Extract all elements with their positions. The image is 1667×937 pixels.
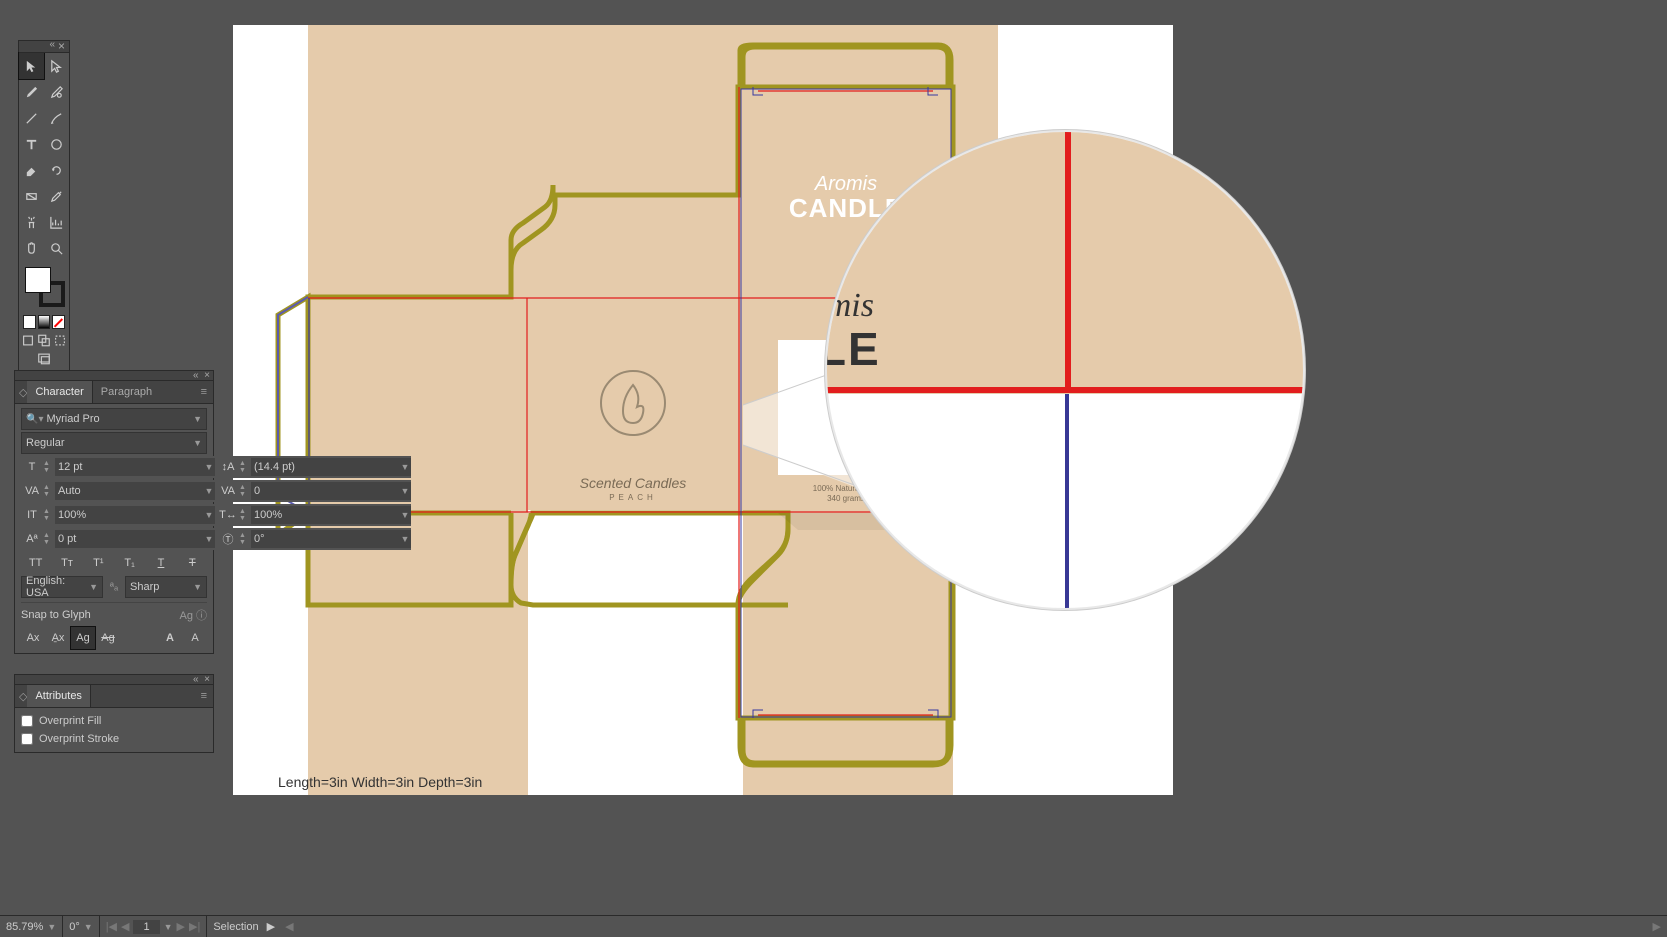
direct-selection-tool[interactable] [44,53,69,79]
overprint-fill-checkbox[interactable] [21,715,33,727]
overprint-stroke-row[interactable]: Overprint Stroke [21,730,207,748]
strikethrough-button[interactable]: T [178,552,207,574]
subscript-button[interactable]: T₁ [115,552,144,574]
font-style-value: Regular [26,437,65,449]
draw-inside[interactable] [53,333,67,347]
tab-attributes[interactable]: Attributes [27,685,90,707]
eyedropper-tool[interactable] [44,183,69,209]
font-family-value: Myriad Pro [46,413,99,425]
baseline-input[interactable] [55,530,203,548]
curvature-tool[interactable] [44,79,69,105]
hscale-input[interactable] [251,506,399,524]
status-play-icon[interactable]: ▶ [265,916,277,937]
gradient-tool[interactable] [19,183,44,209]
line-tool[interactable] [19,105,44,131]
glyph-snap-2[interactable]: A̱x [46,627,70,649]
attr-panel-collapse[interactable]: « × [15,675,213,685]
leading-input[interactable] [251,458,399,476]
zoom-level[interactable]: 85.79%▼ [0,916,63,937]
tab-character[interactable]: Character [27,381,92,403]
shape-tool[interactable] [44,131,69,157]
small-caps-button[interactable]: Tᴛ [52,552,81,574]
svg-text:340 grams: 340 grams [827,494,865,503]
color-mode-none[interactable] [52,315,65,329]
glyph-snap-5[interactable]: A [158,627,182,649]
fill-swatch[interactable] [25,267,51,293]
mag-crease-vertical [1065,394,1069,608]
draw-behind[interactable] [37,333,51,347]
toolbox: ••• [18,40,70,384]
language-dropdown[interactable]: English: USA▼ [21,576,103,598]
type-tool[interactable] [19,131,44,157]
scroll-left[interactable]: ◀ [277,916,301,937]
attributes-panel: « × ◇ Attributes ≡ Overprint Fill Overpr… [14,674,214,753]
rotate-tool[interactable] [44,157,69,183]
glyph-snap-6[interactable]: A [183,627,207,649]
snap-to-glyph-label: Snap to Glyph [21,609,91,621]
tracking-input[interactable] [251,482,399,500]
mag-brand-bold: CANDLE [825,322,881,376]
brush-tool[interactable] [44,105,69,131]
mag-fold-horizontal [827,387,1303,393]
panel-collapse[interactable]: « × [15,371,213,381]
character-panel: « × ◇ Character Paragraph ≡ 🔍▾ Myriad Pr… [14,370,214,654]
color-mode-gradient[interactable] [38,315,51,329]
magnifier-loupe: Aromis CANDLE [825,130,1305,610]
glyph-snap-3[interactable]: Ag [71,627,95,649]
panel-menu-icon[interactable]: ≡ [195,386,213,398]
symbol-sprayer-tool[interactable] [19,209,44,235]
scroll-right[interactable]: ▶ [1647,920,1667,933]
kerning-input[interactable] [55,482,203,500]
draw-normal[interactable] [21,333,35,347]
rotation-input[interactable] [251,530,399,548]
language-value: English: USA [26,575,89,599]
superscript-button[interactable]: T¹ [84,552,113,574]
toolbox-header[interactable] [19,41,69,53]
selection-tool[interactable] [19,53,44,79]
mag-brand-script: Aromis [825,287,874,325]
status-bar: 85.79%▼ 0°▼ |◀◀ 1 ▼ ▶▶| Selection ▶ ◀ ▶ [0,915,1667,937]
hand-tool[interactable] [19,235,44,261]
fill-stroke-swatches[interactable] [23,265,67,309]
overprint-fill-label: Overprint Fill [39,715,101,727]
underline-button[interactable]: T [146,552,175,574]
overprint-stroke-checkbox[interactable] [21,733,33,745]
rotate-view[interactable]: 0°▼ [63,916,99,937]
artboard-nav[interactable]: |◀◀ 1 ▼ ▶▶| [100,916,208,937]
svg-text:PEACH: PEACH [609,493,657,502]
antialias-value: Sharp [130,581,159,593]
font-size-input[interactable] [55,458,203,476]
glyph-snap-4[interactable]: Ag [96,627,120,649]
pen-tool[interactable] [19,79,44,105]
current-tool[interactable]: Selection [207,916,264,937]
artboard-label: Length=3in Width=3in Depth=3in [278,774,482,790]
all-caps-button[interactable]: TT [21,552,50,574]
overprint-stroke-label: Overprint Stroke [39,733,119,745]
graph-tool[interactable] [44,209,69,235]
antialias-dropdown[interactable]: Sharp▼ [125,576,207,598]
font-family-dropdown[interactable]: 🔍▾ Myriad Pro ▼ [21,408,207,430]
attr-panel-menu-icon[interactable]: ≡ [195,690,213,702]
tab-paragraph[interactable]: Paragraph [93,381,160,403]
screen-mode[interactable] [37,351,51,365]
color-mode-solid[interactable] [23,315,36,329]
mag-fold-vertical [1065,132,1071,389]
vscale-input[interactable] [55,506,203,524]
eraser-tool[interactable] [19,157,44,183]
overprint-fill-row[interactable]: Overprint Fill [21,712,207,730]
svg-text:Scented Candles: Scented Candles [580,475,687,491]
font-style-dropdown[interactable]: Regular ▼ [21,432,207,454]
glyph-snap-1[interactable]: Ax [21,627,45,649]
zoom-tool[interactable] [44,235,69,261]
